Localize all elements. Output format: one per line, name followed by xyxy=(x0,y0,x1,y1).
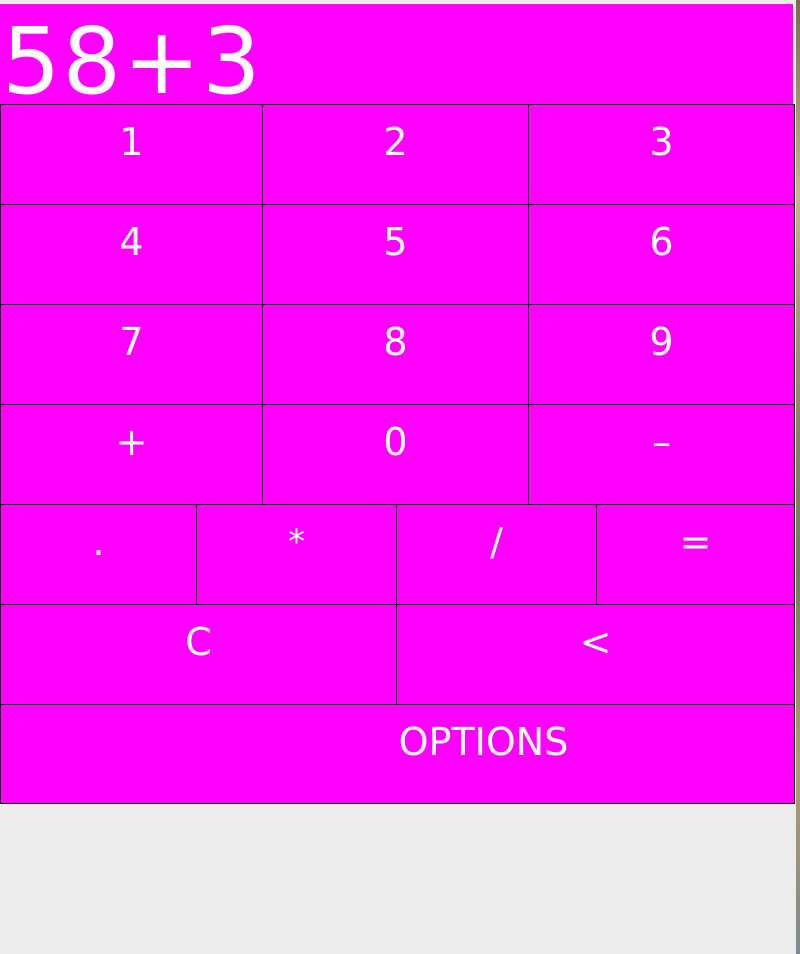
digit-4-button[interactable]: 4 xyxy=(0,204,263,305)
digit-6-button[interactable]: 6 xyxy=(528,204,795,305)
digit-2-label: 2 xyxy=(383,120,408,164)
digit-2-button[interactable]: 2 xyxy=(262,104,529,205)
decimal-point-button[interactable]: . xyxy=(0,504,197,605)
digit-5-label: 5 xyxy=(383,220,408,264)
options-label: OPTIONS xyxy=(398,720,569,764)
digit-4-label: 4 xyxy=(119,220,144,264)
equals-label: = xyxy=(679,520,712,564)
calculator-display: 58+3 xyxy=(0,4,793,104)
minus-label: – xyxy=(652,420,671,464)
backspace-button[interactable]: < xyxy=(396,604,795,705)
expression-text: 58+3 xyxy=(2,8,263,105)
multiply-label: * xyxy=(288,522,305,562)
digit-1-label: 1 xyxy=(119,120,144,164)
digit-7-label: 7 xyxy=(119,320,144,364)
digit-8-label: 8 xyxy=(383,320,408,364)
multiply-button[interactable]: * xyxy=(196,504,397,605)
decimal-point-label: . xyxy=(92,520,105,564)
digit-0-label: 0 xyxy=(383,420,408,464)
digit-6-label: 6 xyxy=(649,220,674,264)
empty-window-area xyxy=(0,804,796,954)
digit-3-button[interactable]: 3 xyxy=(528,104,795,205)
backspace-label: < xyxy=(579,620,612,664)
clear-label: C xyxy=(185,620,212,664)
digit-5-button[interactable]: 5 xyxy=(262,204,529,305)
clear-button[interactable]: C xyxy=(0,604,397,705)
divide-button[interactable]: / xyxy=(396,504,597,605)
digit-8-button[interactable]: 8 xyxy=(262,304,529,405)
digit-0-button[interactable]: 0 xyxy=(262,404,529,505)
calculator-window: 58+3 1 2 3 4 5 6 7 8 9 + 0 – . * / = C <… xyxy=(0,0,796,954)
digit-9-button[interactable]: 9 xyxy=(528,304,795,405)
plus-button[interactable]: + xyxy=(0,404,263,505)
digit-3-label: 3 xyxy=(649,120,674,164)
minus-button[interactable]: – xyxy=(528,404,795,505)
options-button[interactable]: OPTIONS xyxy=(0,704,795,804)
background-desktop-strip xyxy=(796,0,800,954)
digit-7-button[interactable]: 7 xyxy=(0,304,263,405)
plus-label: + xyxy=(115,420,148,464)
equals-button[interactable]: = xyxy=(596,504,795,605)
digit-1-button[interactable]: 1 xyxy=(0,104,263,205)
divide-label: / xyxy=(490,520,503,564)
digit-9-label: 9 xyxy=(649,320,674,364)
